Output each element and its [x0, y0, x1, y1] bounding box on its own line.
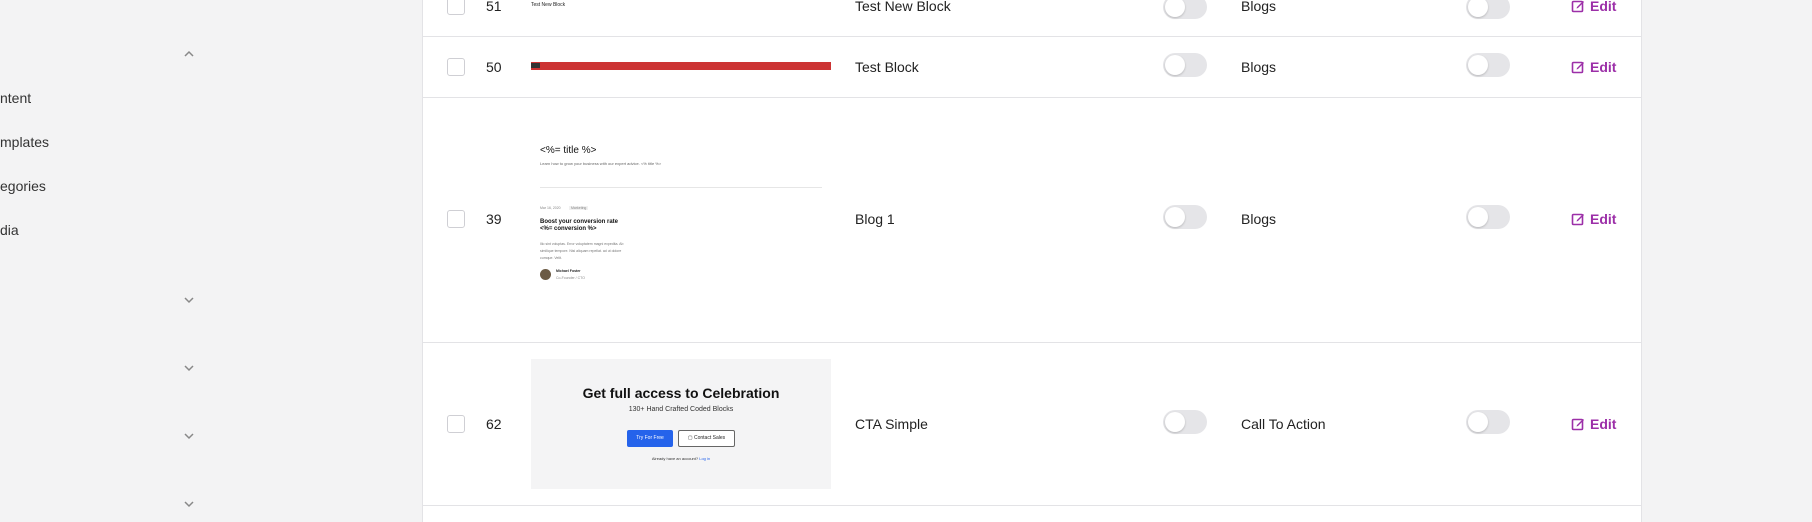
sidebar-item-label: mplates	[0, 134, 50, 150]
block-id: 62	[486, 416, 502, 432]
active-toggle[interactable]	[1163, 0, 1207, 19]
preview-meta-date: Mar 16, 2020	[540, 206, 561, 210]
edit-button[interactable]: Edit	[1571, 0, 1616, 14]
cta-subheading: 130+ Hand Crafted Coded Blocks	[628, 406, 734, 413]
block-category: Blogs	[1241, 0, 1277, 14]
edit-label: Edit	[1590, 59, 1617, 75]
row-checkbox[interactable]	[447, 415, 465, 433]
block-name: Test Block	[855, 59, 919, 75]
block-name: CTA Simple	[855, 416, 928, 432]
edit-button[interactable]: Edit	[1571, 416, 1616, 432]
edit-label: Edit	[1590, 416, 1617, 432]
chevron-down-icon[interactable]	[182, 361, 196, 375]
chevron-up-icon[interactable]	[182, 47, 196, 61]
featured-toggle[interactable]	[1466, 410, 1510, 434]
contact-sales-button: ▢ Contact Sales	[678, 430, 735, 447]
chevron-down-icon[interactable]	[182, 429, 196, 443]
table-row: 39 <%= title %> Learn how to grow your b…	[423, 97, 1641, 343]
sidebar-item-categories[interactable]: egories	[0, 178, 46, 194]
active-toggle[interactable]	[1163, 53, 1207, 77]
block-id: 39	[486, 211, 502, 227]
cta-footer: Already have an account? Log in	[531, 456, 831, 461]
block-category: Blogs	[1241, 211, 1277, 227]
preview-text: Test New Block	[531, 2, 566, 8]
preview-author: Michael Foster	[556, 269, 581, 273]
preview-mini-mark	[531, 63, 540, 68]
sidebar: ntent mplates egories dia	[0, 0, 422, 522]
row-checkbox[interactable]	[447, 58, 465, 76]
chevron-down-icon[interactable]	[182, 497, 196, 511]
featured-toggle[interactable]	[1466, 53, 1510, 77]
sidebar-item-content[interactable]: ntent	[0, 90, 31, 106]
block-category: Blogs	[1241, 59, 1277, 75]
cta-heading: Get full access to Celebration	[582, 385, 780, 401]
edit-icon	[1571, 212, 1585, 226]
block-preview: <%= title %> Learn how to grow your busi…	[531, 145, 831, 285]
featured-toggle[interactable]	[1466, 205, 1510, 229]
edit-icon	[1571, 417, 1585, 431]
blocks-table: 51 Test New Block Test New Block Blogs E…	[422, 0, 1642, 522]
sidebar-item-media[interactable]: dia	[0, 222, 19, 238]
chevron-down-icon[interactable]	[182, 293, 196, 307]
table-row: 62 Get full access to Celebration 130+ H…	[423, 342, 1641, 506]
row-checkbox[interactable]	[447, 0, 465, 15]
edit-label: Edit	[1590, 0, 1617, 14]
row-checkbox[interactable]	[447, 210, 465, 228]
edit-icon	[1571, 60, 1585, 74]
preview-title: <%= title %>	[540, 145, 597, 156]
table-row: 50 Test Block Blogs Edit	[423, 36, 1641, 98]
block-preview	[531, 62, 831, 70]
try-free-button: Try For Free	[627, 430, 673, 447]
block-name: Test New Block	[855, 0, 951, 14]
block-id: 50	[486, 59, 502, 75]
preview-author-role: Co-Founder / CTO	[556, 276, 585, 280]
sidebar-item-templates[interactable]: mplates	[0, 134, 49, 150]
block-category: Call To Action	[1241, 416, 1326, 432]
chat-icon: ▢	[687, 435, 693, 441]
block-id: 51	[486, 0, 502, 14]
sidebar-item-label: egories	[0, 178, 46, 194]
table-row: 51 Test New Block Test New Block Blogs E…	[423, 0, 1641, 37]
sidebar-item-label: ntent	[0, 90, 32, 106]
cta-footer-text: Already have an account?	[651, 456, 699, 461]
preview-meta-tag: Marketing	[569, 206, 589, 210]
active-toggle[interactable]	[1163, 410, 1207, 434]
block-name: Blog 1	[855, 211, 895, 227]
edit-label: Edit	[1590, 211, 1617, 227]
edit-button[interactable]: Edit	[1571, 59, 1616, 75]
featured-toggle[interactable]	[1466, 0, 1510, 19]
edit-button[interactable]: Edit	[1571, 211, 1616, 227]
cta-footer-link: Log in	[699, 456, 711, 461]
author-avatar	[540, 269, 551, 280]
active-toggle[interactable]	[1163, 205, 1207, 229]
block-preview: Get full access to Celebration 130+ Hand…	[531, 359, 831, 489]
preview-divider	[540, 187, 822, 188]
preview-excerpt: Illo sint voluptas. Error voluptatem mag…	[540, 242, 624, 260]
preview-subtitle: Learn how to grow your business with our…	[540, 161, 662, 166]
sidebar-item-label: dia	[0, 222, 19, 238]
contact-sales-label: Contact Sales	[693, 435, 726, 441]
block-preview: Test New Block	[531, 2, 831, 16]
edit-icon	[1571, 0, 1585, 13]
preview-post-title: Boost your conversion rate <%= conversio…	[540, 219, 619, 232]
